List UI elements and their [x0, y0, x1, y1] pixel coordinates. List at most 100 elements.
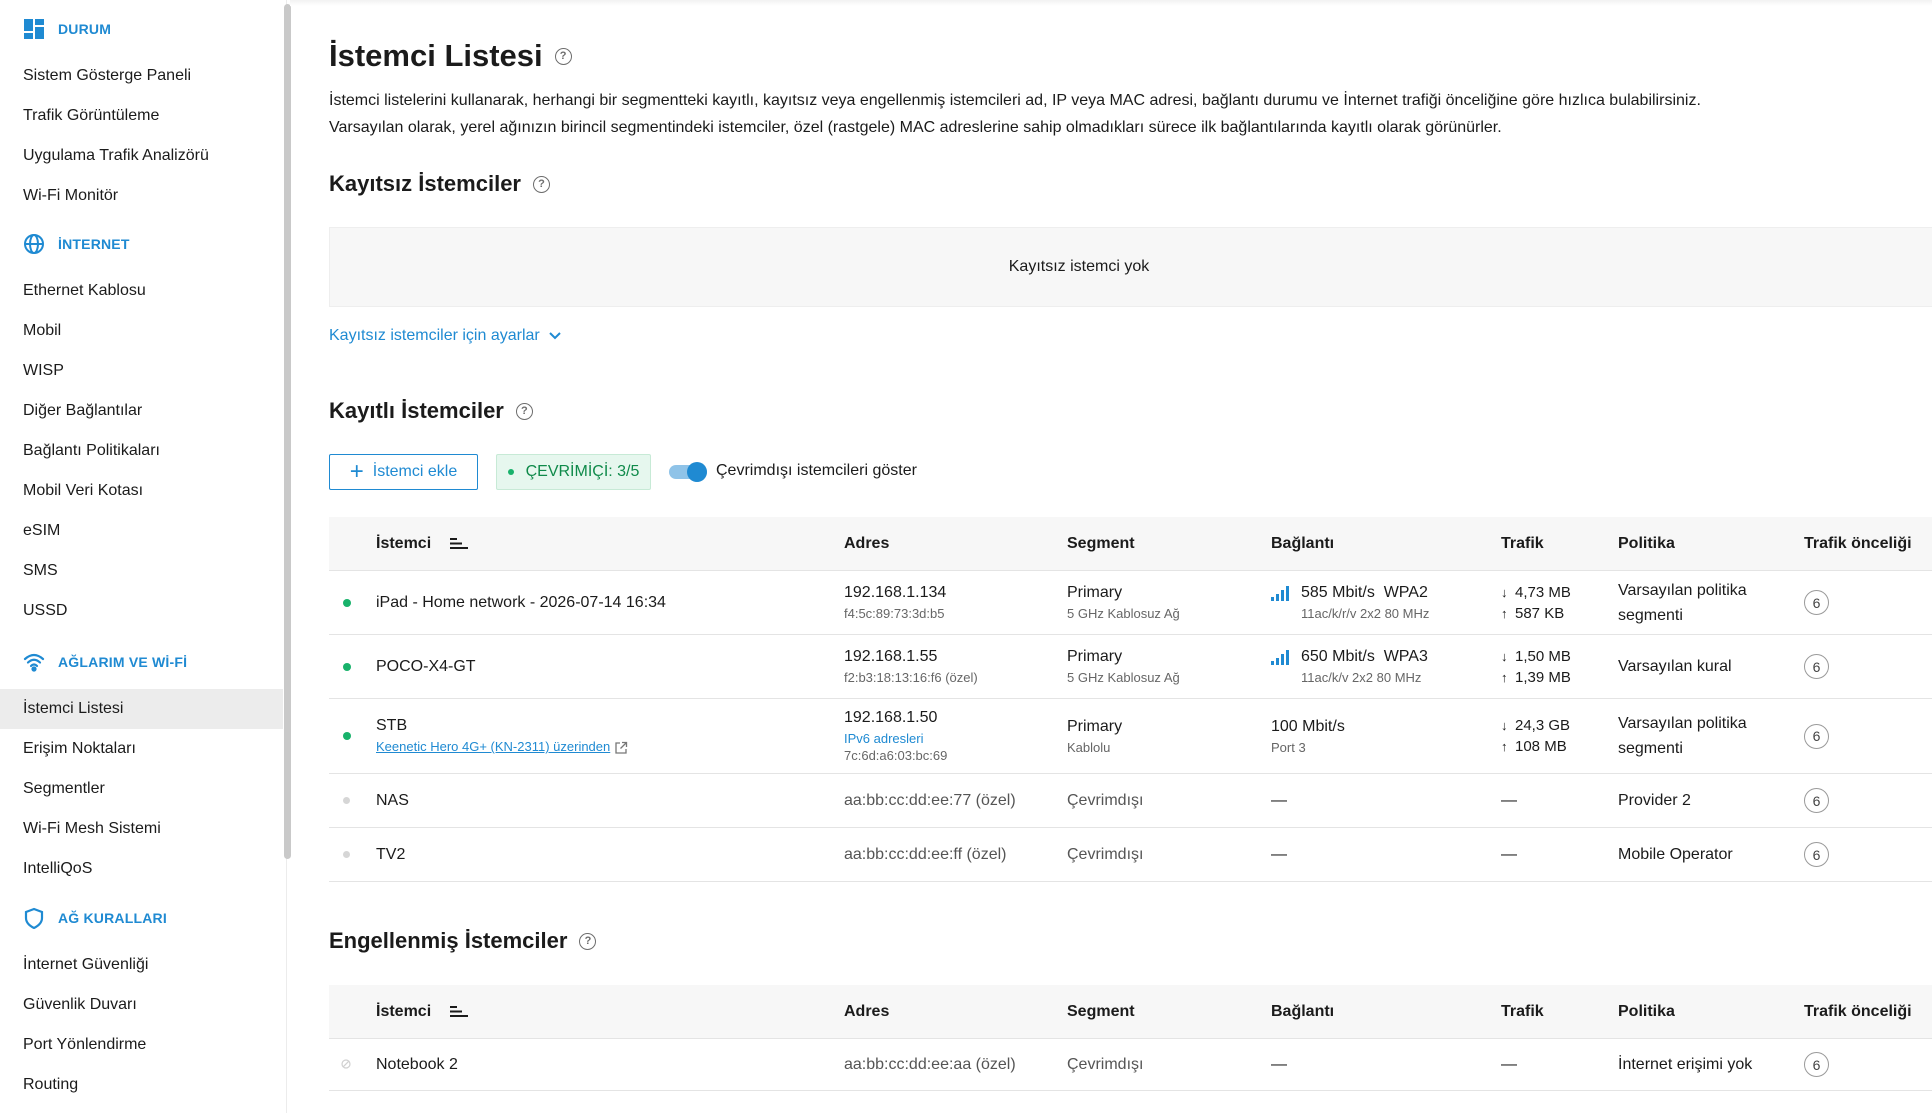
sidebar-item-intelliqos[interactable]: IntelliQoS: [0, 849, 283, 889]
help-icon[interactable]: ?: [579, 932, 597, 950]
ipv6-addresses-link[interactable]: IPv6 adresleri: [844, 731, 1067, 746]
sidebar-item-label: USSD: [23, 602, 68, 619]
sidebar-item-internet-security[interactable]: İnternet Güvenliği: [0, 945, 283, 985]
show-offline-label: Çevrimdışı istemcileri göster: [716, 462, 917, 479]
client-policy[interactable]: Varsayılan politika segmenti: [1618, 698, 1804, 774]
header-client-text: İstemci: [376, 1002, 432, 1020]
sidebar-item-label: Routing: [23, 1076, 79, 1093]
sidebar-item-sms[interactable]: SMS: [0, 551, 283, 591]
sidebar-item-label: Ethernet Kablosu: [23, 282, 146, 299]
sidebar-section-networks-wifi: AĞLARIM VE Wİ-Fİ: [22, 650, 187, 674]
client-link-speed: —: [1271, 773, 1501, 828]
table-header-row: İstemci Adres Segment Bağlantı Trafik Po…: [329, 517, 1932, 571]
header-client[interactable]: İstemci: [376, 985, 844, 1039]
priority-badge[interactable]: 6: [1804, 654, 1829, 679]
client-name[interactable]: STB: [376, 717, 844, 735]
sidebar-section-title: AĞLARIM VE Wİ-Fİ: [58, 654, 188, 670]
client-name[interactable]: TV2: [376, 827, 844, 882]
sidebar-item-wifi-monitor[interactable]: Wi-Fi Monitör: [0, 176, 283, 216]
online-count-text: ÇEVRİMİÇİ: 3/5: [525, 463, 640, 480]
client-policy[interactable]: Varsayılan politika segmenti: [1618, 570, 1804, 635]
client-via-link[interactable]: Keenetic Hero 4G+ (KN-2311) üzerinden: [376, 739, 844, 755]
blocked-title: Engellenmiş İstemciler ?: [329, 928, 597, 954]
client-name[interactable]: NAS: [376, 773, 844, 828]
client-mac: f4:5c:89:73:3d:b5: [844, 606, 945, 621]
sidebar-item-access-points[interactable]: Erişim Noktaları: [0, 729, 283, 769]
client-name[interactable]: Notebook 2: [376, 1038, 844, 1091]
priority-badge[interactable]: 6: [1804, 590, 1829, 615]
add-client-button[interactable]: + İstemci ekle: [329, 454, 478, 490]
sidebar-item-mobile[interactable]: Mobil: [0, 311, 283, 351]
arrow-up-icon: ↑: [1501, 669, 1508, 685]
client-download: 24,3 GB: [1515, 717, 1571, 734]
add-client-label: İstemci ekle: [372, 463, 458, 480]
client-segment-type: Çevrimdışı: [1067, 773, 1271, 828]
sidebar-item-mobile-data-quota[interactable]: Mobil Veri Kotası: [0, 471, 283, 511]
sidebar-item-client-list[interactable]: İstemci Listesi: [0, 689, 283, 729]
sidebar-item-other-connections[interactable]: Diğer Bağlantılar: [0, 391, 283, 431]
shield-icon: [22, 906, 46, 930]
client-link-speed: 100 Mbit/s: [1271, 717, 1345, 735]
sidebar-item-ethernet[interactable]: Ethernet Kablosu: [0, 271, 283, 311]
table-row[interactable]: STB Keenetic Hero 4G+ (KN-2311) üzerinde…: [329, 698, 1932, 774]
header-connection: Bağlantı: [1271, 985, 1501, 1039]
help-icon[interactable]: ?: [554, 47, 572, 65]
table-row[interactable]: POCO-X4-GT 192.168.1.55 f2:b3:18:13:16:f6…: [329, 634, 1932, 699]
priority-badge[interactable]: 6: [1804, 723, 1829, 749]
sidebar-item-segments[interactable]: Segmentler: [0, 769, 283, 809]
sidebar-item-esim[interactable]: eSIM: [0, 511, 283, 551]
table-row[interactable]: NAS aa:bb:cc:dd:ee:77 (özel) Çevrimdışı …: [329, 773, 1932, 828]
section-title-text: Kayıtlı İstemciler: [329, 398, 504, 423]
sidebar-item-label: İnternet Güvenliği: [23, 956, 149, 973]
client-policy[interactable]: Varsayılan kural: [1618, 634, 1804, 699]
priority-badge[interactable]: 6: [1804, 788, 1829, 813]
sidebar-item-label: Mobil Veri Kotası: [23, 482, 144, 499]
show-offline-toggle[interactable]: [669, 462, 707, 482]
sidebar-item-traffic-view[interactable]: Trafik Görüntüleme: [0, 96, 283, 136]
help-icon[interactable]: ?: [532, 175, 550, 193]
sidebar-item-ussd[interactable]: USSD: [0, 591, 283, 631]
header-priority: Trafik önceliği: [1804, 985, 1932, 1039]
client-link-speed: 650 Mbit/s WPA3: [1301, 648, 1428, 665]
sidebar-item-label: Bağlantı Politikaları: [23, 442, 160, 459]
client-upload: 587 KB: [1515, 604, 1565, 622]
sidebar-item-system-dashboard[interactable]: Sistem Gösterge Paneli: [0, 56, 283, 96]
sidebar-item-connection-policies[interactable]: Bağlantı Politikaları: [0, 431, 283, 471]
sidebar-section-internet: İNTERNET: [22, 232, 130, 256]
help-icon[interactable]: ?: [515, 402, 533, 420]
priority-badge[interactable]: 6: [1804, 842, 1829, 867]
client-policy[interactable]: Mobile Operator: [1618, 827, 1804, 882]
blocked-icon: [341, 1058, 351, 1069]
sidebar-item-firewall[interactable]: Güvenlik Duvarı: [0, 985, 283, 1025]
table-row[interactable]: TV2 aa:bb:cc:dd:ee:ff (özel) Çevrimdışı …: [329, 827, 1932, 882]
client-link-speed: 585 Mbit/s WPA2: [1301, 584, 1428, 601]
header-traffic: Trafik: [1501, 985, 1618, 1039]
sort-icon[interactable]: [449, 1004, 468, 1018]
sidebar-section-title: DURUM: [58, 21, 112, 37]
client-policy[interactable]: Provider 2: [1618, 773, 1804, 828]
sidebar-item-wisp[interactable]: WISP: [0, 351, 283, 391]
sidebar-item-port-forwarding[interactable]: Port Yönlendirme: [0, 1025, 283, 1065]
client-name[interactable]: POCO-X4-GT: [376, 634, 844, 699]
table-row[interactable]: Notebook 2 aa:bb:cc:dd:ee:aa (özel) Çevr…: [329, 1038, 1932, 1091]
sort-icon[interactable]: [449, 536, 468, 550]
sidebar-item-wifi-mesh[interactable]: Wi-Fi Mesh Sistemi: [0, 809, 283, 849]
registered-title: Kayıtlı İstemciler ?: [329, 398, 533, 424]
sidebar-item-label: Güvenlik Duvarı: [23, 996, 137, 1013]
section-title-text: Kayıtsız İstemciler: [329, 171, 521, 196]
header-client[interactable]: İstemci: [376, 517, 844, 571]
unregistered-settings-link[interactable]: Kayıtsız istemciler için ayarlar: [329, 327, 561, 345]
client-segment: Primary: [1067, 648, 1123, 665]
sidebar-item-label: Diğer Bağlantılar: [23, 402, 143, 419]
sidebar-item-app-traffic[interactable]: Uygulama Trafik Analizörü: [0, 136, 283, 176]
priority-badge[interactable]: 6: [1804, 1052, 1829, 1077]
client-name[interactable]: iPad - Home network - 2026-07-14 16:34: [376, 570, 844, 635]
table-row[interactable]: iPad - Home network - 2026-07-14 16:34 1…: [329, 570, 1932, 635]
header-status: [329, 517, 376, 571]
client-policy[interactable]: İnternet erişimi yok: [1618, 1038, 1804, 1091]
online-status-dot: [343, 732, 351, 740]
online-count-badge[interactable]: ÇEVRİMİÇİ: 3/5: [496, 454, 651, 490]
globe-icon: [22, 232, 46, 256]
sidebar-item-routing[interactable]: Routing: [0, 1065, 283, 1105]
header-traffic: Trafik: [1501, 517, 1618, 571]
